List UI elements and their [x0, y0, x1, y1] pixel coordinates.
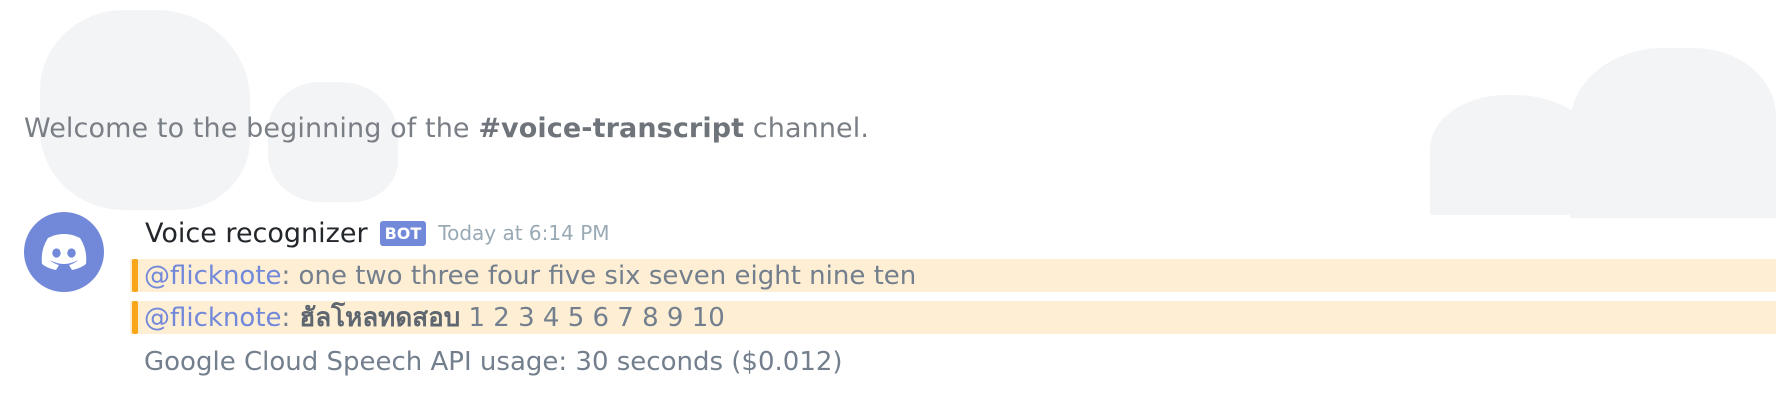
welcome-suffix: channel.	[744, 113, 870, 144]
mention-separator: :	[281, 303, 291, 333]
discord-logo-icon	[41, 234, 87, 270]
thai-text: ฮัลโหลทดสอบ	[290, 303, 461, 333]
mention-highlight-bar	[132, 301, 138, 334]
avatar[interactable]	[24, 212, 104, 292]
timestamp: Today at 6:14 PM	[438, 221, 610, 245]
user-mention[interactable]: @flicknote	[144, 261, 282, 291]
message-text: 1 2 3 4 5 6 7 8 9 10	[460, 303, 725, 333]
usage-text: Google Cloud Speech API usage: 30 second…	[144, 346, 843, 377]
channel-welcome: Welcome to the beginning of the #voice-t…	[24, 112, 869, 146]
welcome-prefix: Welcome to the beginning of the	[24, 113, 479, 144]
user-mention[interactable]: @flicknote	[144, 303, 282, 333]
message-line-3: Google Cloud Speech API usage: 30 second…	[130, 345, 1776, 378]
message-content-2: @flicknote: ฮัลโหลทดสอบ 1 2 3 4 5 6 7 8 …	[130, 297, 725, 338]
mention-highlight-bar	[132, 259, 138, 292]
message-content-1: @flicknote: one two three four five six …	[130, 261, 916, 291]
message-line-2: @flicknote: ฮัลโหลทดสอบ 1 2 3 4 5 6 7 8 …	[130, 301, 1776, 334]
username[interactable]: Voice recognizer	[145, 218, 368, 249]
channel-name[interactable]: #voice-transcript	[478, 113, 744, 144]
background-decoration	[0, 0, 1776, 218]
message-text: one two three four five six seven eight …	[290, 260, 917, 291]
message-line-1: @flicknote: one two three four five six …	[130, 259, 1776, 292]
mention-separator: :	[281, 260, 291, 291]
bot-badge: BOT	[379, 220, 427, 246]
message-header: Voice recognizer BOT Today at 6:14 PM	[145, 216, 610, 250]
